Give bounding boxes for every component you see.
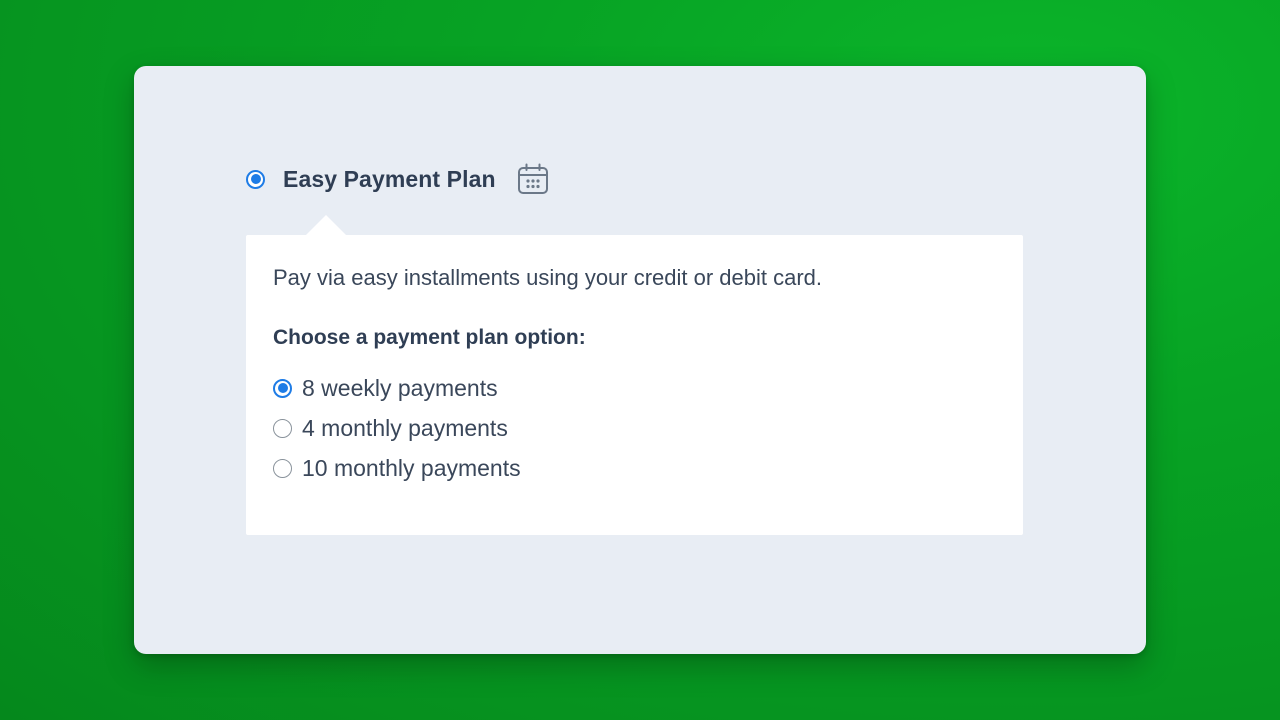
- payment-plan-options: 8 weekly payments 4 monthly payments 10 …: [273, 368, 521, 488]
- plan-description: Pay via easy installments using your cre…: [273, 265, 823, 290]
- easy-payment-plan-radio[interactable]: [246, 169, 265, 189]
- options-heading: Choose a payment plan option:: [273, 326, 586, 349]
- option-radio-8-weekly[interactable]: [273, 378, 292, 398]
- option-label[interactable]: 4 monthly payments: [302, 415, 508, 442]
- option-8-weekly-payments[interactable]: 8 weekly payments: [273, 368, 521, 408]
- option-label[interactable]: 10 monthly payments: [302, 455, 521, 482]
- calendar-icon: [516, 162, 550, 196]
- option-radio-4-monthly[interactable]: [273, 418, 292, 438]
- plan-details-card: Pay via easy installments using your cre…: [246, 215, 1023, 535]
- easy-payment-plan-option[interactable]: Easy Payment Plan: [246, 160, 550, 198]
- plan-title: Easy Payment Plan: [283, 165, 496, 192]
- payment-method-panel: Easy Payment Plan Pay via easy installme…: [134, 66, 1146, 654]
- option-radio-10-monthly[interactable]: [273, 458, 292, 478]
- option-label[interactable]: 8 weekly payments: [302, 375, 498, 402]
- option-4-monthly-payments[interactable]: 4 monthly payments: [273, 408, 521, 448]
- option-10-monthly-payments[interactable]: 10 monthly payments: [273, 448, 521, 488]
